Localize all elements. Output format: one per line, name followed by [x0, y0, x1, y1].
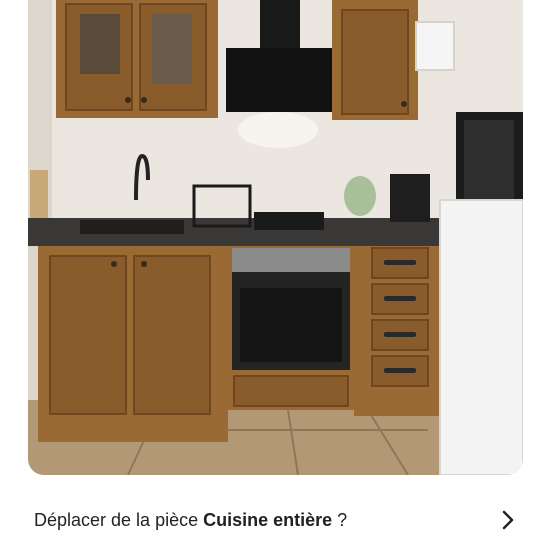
move-room-prompt: Déplacer de la pièce Cuisine entière ?: [34, 510, 347, 531]
chevron-right-icon[interactable]: [498, 508, 518, 532]
move-room-prefix: Déplacer de la pièce: [34, 510, 204, 530]
kitchen-illustration: [28, 0, 523, 475]
kitchen-photo: [28, 0, 523, 475]
move-room-suffix: ?: [332, 510, 348, 530]
move-room-row[interactable]: Déplacer de la pièce Cuisine entière ?: [0, 490, 550, 550]
room-name: Cuisine entière: [203, 510, 333, 530]
